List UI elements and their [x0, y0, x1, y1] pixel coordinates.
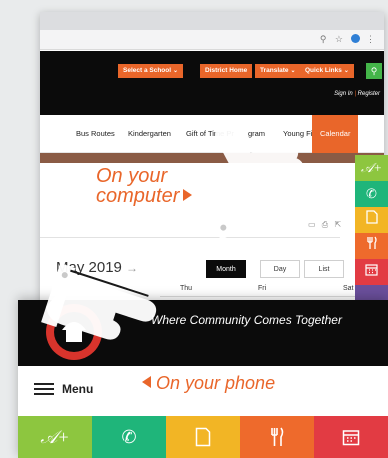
view-month-tab[interactable]: Month [206, 260, 246, 278]
dining-icon[interactable] [240, 416, 314, 458]
hand-pointer-icon [41, 263, 157, 340]
calendar-icon[interactable] [355, 259, 388, 285]
phone-quick-tiles: 𝒜+ ✆ [18, 416, 388, 458]
site-tagline: Where Community Comes Together [151, 313, 342, 327]
nav-kindergarten[interactable]: Kindergarten [128, 129, 171, 138]
menu-button[interactable]: Menu [34, 380, 93, 398]
nav-calendar[interactable]: Calendar [312, 115, 359, 153]
day-header-thu: Thu [180, 285, 193, 292]
dining-icon[interactable] [355, 233, 388, 259]
browser-tab-bar [40, 12, 384, 30]
browser-address-bar: ⚲ ☆ ⋮ [40, 30, 384, 50]
search-icon[interactable]: ⚲ [366, 63, 382, 79]
profile-icon [351, 34, 361, 43]
document-icon[interactable] [166, 416, 240, 458]
translate-button[interactable]: Translate ⌄ [255, 64, 301, 78]
print-icon[interactable]: ⎙ [322, 220, 330, 229]
view-list-tab[interactable]: List [304, 260, 344, 278]
browser-toolbar-icons: ⚲ ☆ ⋮ [319, 34, 378, 44]
register-link[interactable]: Register [358, 91, 380, 97]
sign-in-link[interactable]: Sign In [334, 91, 353, 97]
menu-label[interactable]: Menu [62, 382, 93, 396]
quick-links-button[interactable]: Quick Links ⌄ [300, 64, 354, 78]
quick-link-tabs: 𝒜+ ✆ [355, 155, 388, 307]
hand-pointer-icon [191, 120, 306, 238]
phone-callout: On your phone [142, 373, 275, 394]
signin-links: Sign In | Register [334, 91, 380, 97]
day-header-fri: Fri [258, 285, 267, 292]
grades-icon[interactable]: 𝒜+ [18, 416, 92, 458]
calendar-grid-line [160, 296, 366, 297]
phone-icon[interactable]: ✆ [92, 416, 166, 458]
select-school-button[interactable]: Select a School ⌄ [118, 64, 184, 78]
nav-bus-routes[interactable]: Bus Routes [76, 129, 115, 138]
calendar-icon[interactable] [314, 416, 388, 458]
grades-icon[interactable]: 𝒜+ [355, 155, 388, 181]
pointer-triangle-icon [142, 376, 151, 388]
day-header-sat: Sat [343, 285, 354, 292]
document-icon[interactable] [355, 207, 388, 233]
phone-icon[interactable]: ✆ [355, 181, 388, 207]
district-home-button[interactable]: District Home [200, 64, 253, 78]
signin-separator: | [354, 91, 356, 97]
share-icon[interactable]: ⇱ [334, 220, 343, 229]
hamburger-icon[interactable] [34, 380, 54, 398]
view-day-tab[interactable]: Day [260, 260, 300, 278]
